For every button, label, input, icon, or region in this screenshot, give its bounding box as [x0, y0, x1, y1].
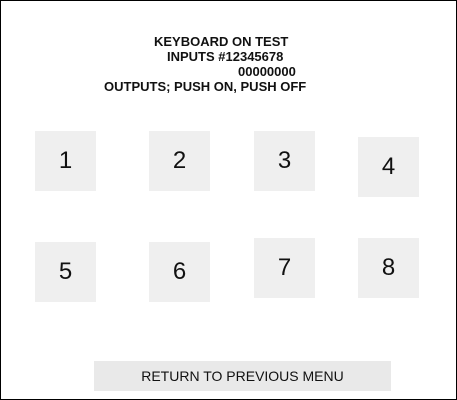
inputs-values: 00000000 — [238, 64, 296, 79]
key-3-button[interactable]: 3 — [254, 131, 315, 191]
key-2-button[interactable]: 2 — [149, 131, 210, 191]
key-label: 6 — [172, 258, 187, 285]
key-7-button[interactable]: 7 — [254, 238, 315, 298]
key-label: 3 — [277, 147, 292, 174]
key-label: 1 — [58, 147, 73, 174]
key-4-button[interactable]: 4 — [358, 137, 419, 197]
key-5-button[interactable]: 5 — [35, 242, 96, 302]
return-to-previous-menu-button[interactable]: RETURN TO PREVIOUS MENU — [94, 361, 391, 391]
outputs-label: OUTPUTS; PUSH ON, PUSH OFF — [104, 79, 307, 94]
key-label: 4 — [381, 153, 396, 180]
key-1-button[interactable]: 1 — [35, 131, 96, 191]
key-8-button[interactable]: 8 — [358, 238, 419, 298]
test-screen: KEYBOARD ON TEST INPUTS #12345678 000000… — [0, 0, 457, 400]
key-label: 7 — [277, 254, 292, 281]
key-label: 2 — [172, 147, 187, 174]
page-title: KEYBOARD ON TEST — [154, 34, 289, 49]
key-label: 5 — [58, 258, 73, 285]
key-label: 8 — [381, 254, 396, 281]
inputs-label: INPUTS #12345678 — [167, 49, 284, 64]
return-button-label: RETURN TO PREVIOUS MENU — [141, 368, 344, 384]
key-6-button[interactable]: 6 — [149, 242, 210, 302]
